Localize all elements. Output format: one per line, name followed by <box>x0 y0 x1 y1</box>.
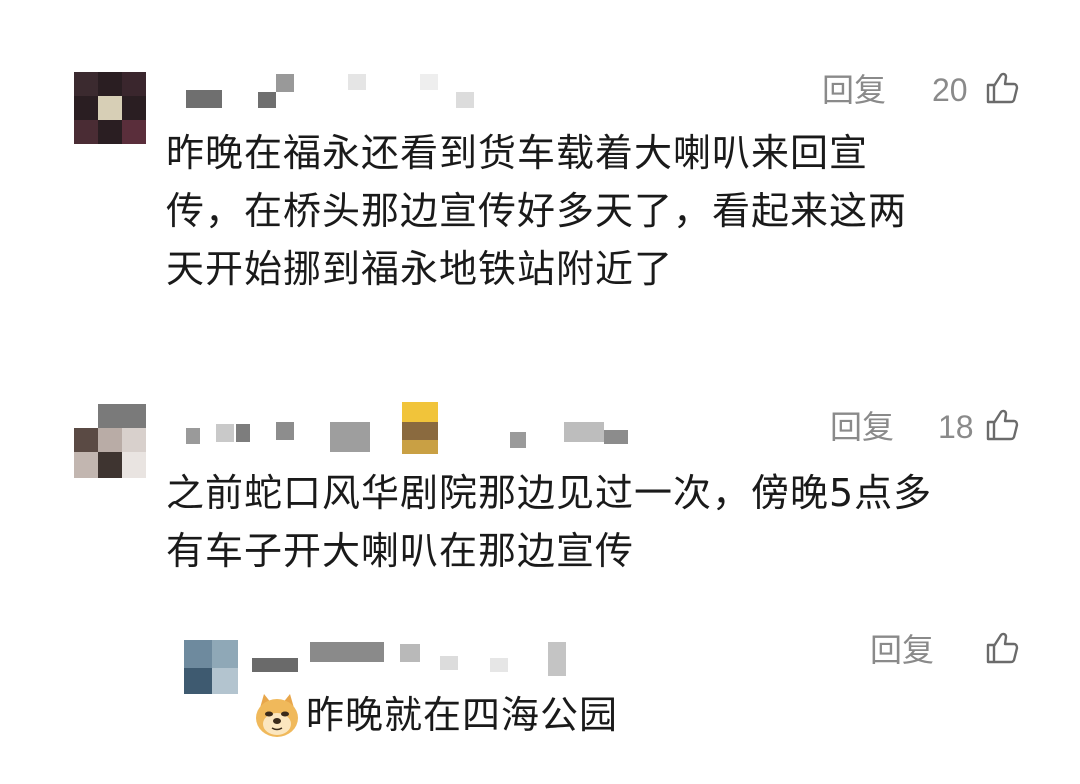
like-count: 20 <box>932 72 968 108</box>
like-count: 18 <box>938 409 974 445</box>
reply-button[interactable]: 回复 <box>830 407 894 447</box>
username-redacted[interactable] <box>250 638 580 678</box>
comment-text: 昨晚在福永还看到货车载着大喇叭来回宣 传，在桥头那边宣传好多天了，看起来这两 天… <box>166 131 908 291</box>
username-redacted[interactable] <box>180 402 650 458</box>
avatar[interactable] <box>184 640 238 694</box>
thumbs-up-icon[interactable] <box>984 630 1020 666</box>
avatar[interactable] <box>74 404 146 478</box>
reply-button[interactable]: 回复 <box>822 70 886 110</box>
comment-text: 之前蛇口风华剧院那边见过一次，傍晚5点多 有车子开大喇叭在那边宣传 <box>166 471 933 573</box>
reply-button[interactable]: 回复 <box>870 630 934 670</box>
thumbs-up-icon[interactable] <box>984 70 1020 106</box>
username-redacted[interactable] <box>180 72 480 112</box>
thumbs-up-icon[interactable] <box>984 407 1020 443</box>
doge-emoji <box>256 694 298 737</box>
avatar[interactable] <box>74 72 146 144</box>
reply-text: 昨晚就在四海公园 <box>306 693 619 737</box>
